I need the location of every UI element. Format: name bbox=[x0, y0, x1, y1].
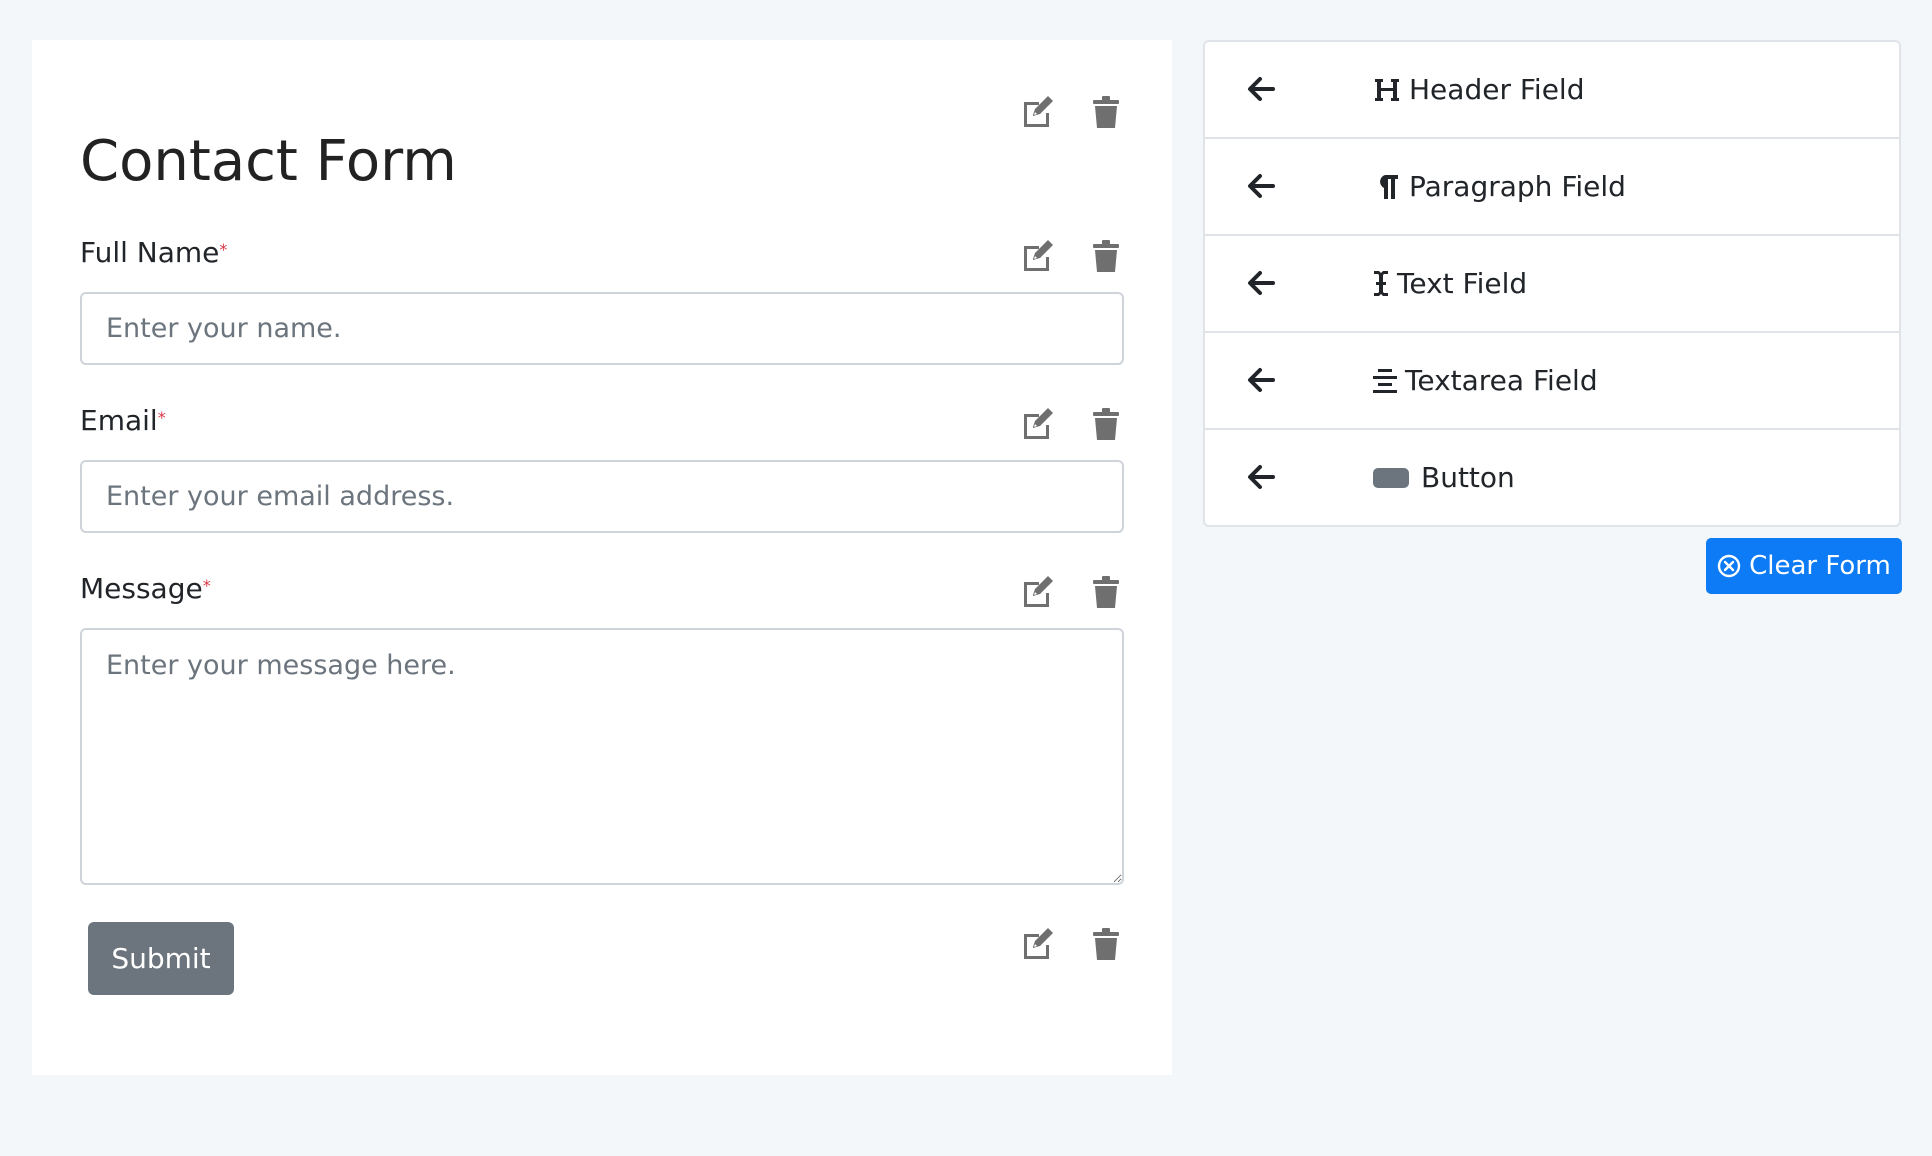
arrow-left-icon bbox=[1248, 174, 1275, 198]
edit-icon[interactable] bbox=[1020, 574, 1056, 610]
arrow-left-icon bbox=[1248, 271, 1275, 295]
palette-item-label: Text Field bbox=[1397, 267, 1528, 300]
arrow-left-icon bbox=[1248, 465, 1275, 489]
field-label-text: Full Name bbox=[80, 236, 220, 269]
palette-item-content: Text Field bbox=[1373, 267, 1527, 300]
palette-item-content: Button bbox=[1373, 461, 1515, 494]
trash-icon[interactable] bbox=[1088, 406, 1124, 442]
palette-item-content: Paragraph Field bbox=[1373, 170, 1626, 203]
submit-button[interactable]: Submit bbox=[88, 922, 234, 995]
field-palette: Header Field Paragraph Field Text Field … bbox=[1203, 40, 1901, 527]
form-canvas: Contact Form Full Name* Email* bbox=[32, 40, 1172, 1075]
field-actions bbox=[1020, 574, 1124, 610]
paragraph-icon bbox=[1373, 173, 1401, 201]
header-icon bbox=[1373, 76, 1401, 104]
palette-item-header-field[interactable]: Header Field bbox=[1205, 42, 1899, 139]
edit-icon[interactable] bbox=[1020, 238, 1056, 274]
required-marker: * bbox=[202, 576, 211, 595]
field-label: Email* bbox=[80, 404, 166, 437]
edit-icon[interactable] bbox=[1020, 926, 1056, 962]
palette-item-label: Button bbox=[1421, 461, 1515, 494]
header-actions bbox=[1020, 94, 1124, 130]
button-block-submit: Submit bbox=[80, 922, 1124, 1022]
palette-item-content: Textarea Field bbox=[1373, 364, 1598, 397]
palette-item-label: Paragraph Field bbox=[1409, 170, 1626, 203]
field-block-full-name: Full Name* bbox=[80, 236, 1124, 411]
palette-item-paragraph-field[interactable]: Paragraph Field bbox=[1205, 139, 1899, 236]
palette-item-text-field[interactable]: Text Field bbox=[1205, 236, 1899, 333]
align-center-icon bbox=[1373, 368, 1397, 394]
message-textarea[interactable] bbox=[80, 628, 1124, 885]
field-block-email: Email* bbox=[80, 404, 1124, 579]
trash-icon[interactable] bbox=[1088, 574, 1124, 610]
field-label: Message* bbox=[80, 572, 211, 605]
field-block-message: Message* bbox=[80, 572, 1124, 932]
email-input[interactable] bbox=[80, 460, 1124, 533]
trash-icon[interactable] bbox=[1088, 238, 1124, 274]
button-shape-icon bbox=[1373, 467, 1409, 488]
header-block: Contact Form bbox=[80, 40, 1124, 210]
required-marker: * bbox=[219, 240, 228, 259]
text-cursor-icon bbox=[1373, 269, 1389, 299]
palette-item-content: Header Field bbox=[1373, 73, 1584, 106]
field-actions bbox=[1020, 238, 1124, 274]
edit-icon[interactable] bbox=[1020, 94, 1056, 130]
arrow-left-icon bbox=[1248, 77, 1275, 101]
field-actions bbox=[1020, 406, 1124, 442]
trash-icon[interactable] bbox=[1088, 926, 1124, 962]
palette-item-button[interactable]: Button bbox=[1205, 430, 1899, 525]
clear-form-button[interactable]: Clear Form bbox=[1706, 538, 1902, 594]
field-label-text: Email bbox=[80, 404, 158, 437]
trash-icon[interactable] bbox=[1088, 94, 1124, 130]
palette-item-textarea-field[interactable]: Textarea Field bbox=[1205, 333, 1899, 430]
field-label: Full Name* bbox=[80, 236, 227, 269]
close-circle-icon bbox=[1717, 554, 1741, 578]
field-label-text: Message bbox=[80, 572, 203, 605]
clear-form-label: Clear Form bbox=[1749, 551, 1891, 581]
edit-icon[interactable] bbox=[1020, 406, 1056, 442]
arrow-left-icon bbox=[1248, 368, 1275, 392]
palette-item-label: Header Field bbox=[1409, 73, 1585, 106]
form-title: Contact Form bbox=[80, 129, 457, 194]
full-name-input[interactable] bbox=[80, 292, 1124, 365]
palette-item-label: Textarea Field bbox=[1405, 364, 1598, 397]
required-marker: * bbox=[157, 408, 166, 427]
button-actions bbox=[1020, 926, 1124, 962]
